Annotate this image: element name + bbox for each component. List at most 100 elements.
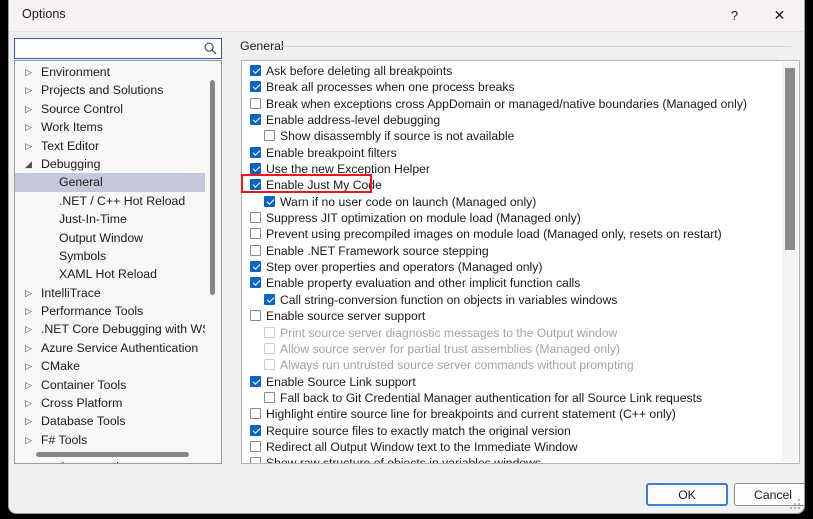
option-row[interactable]: Step over properties and operators (Mana… — [242, 259, 782, 275]
option-row[interactable]: Use the new Exception Helper — [242, 161, 782, 177]
options-category-tree[interactable]: ▷Environment▷Projects and Solutions▷Sour… — [14, 60, 222, 464]
checkbox-icon[interactable] — [250, 98, 261, 109]
checkbox-icon[interactable] — [250, 163, 261, 174]
checkbox-icon[interactable] — [250, 212, 261, 223]
checkbox-icon[interactable] — [250, 114, 261, 125]
option-row[interactable]: Prevent using precompiled images on modu… — [242, 226, 782, 242]
option-row[interactable]: Break all processes when one process bre… — [242, 79, 782, 95]
option-row[interactable]: Show disassembly if source is not availa… — [242, 128, 782, 144]
options-list-panel[interactable]: Ask before deleting all breakpointsBreak… — [241, 60, 800, 464]
checkbox-icon[interactable] — [250, 408, 261, 419]
tree-item[interactable]: ▷.NET Core Debugging with WSL — [15, 320, 205, 338]
option-row[interactable]: Break when exceptions cross AppDomain or… — [242, 96, 782, 112]
chevron-right-icon[interactable]: ▷ — [25, 394, 41, 412]
tree-item[interactable]: ▷Cross Platform — [15, 394, 205, 412]
tree-item[interactable]: ◢Debugging — [15, 155, 205, 173]
option-row[interactable]: Enable property evaluation and other imp… — [242, 275, 782, 291]
chevron-right-icon[interactable]: ▷ — [25, 63, 41, 81]
close-icon: ✕ — [774, 7, 786, 24]
tree-item[interactable]: ▷Environment — [15, 63, 205, 81]
tree-item[interactable]: ▷Performance Tools — [15, 302, 205, 320]
tree-item[interactable]: ▷Azure Service Authentication — [15, 339, 205, 357]
checkbox-icon[interactable] — [250, 425, 261, 436]
checkbox-icon[interactable] — [250, 457, 261, 464]
option-row[interactable]: Enable address-level debugging — [242, 112, 782, 128]
option-row[interactable]: Enable Source Link support — [242, 374, 782, 390]
chevron-right-icon[interactable]: ▷ — [25, 302, 41, 320]
search-input[interactable] — [19, 39, 203, 60]
checkbox-icon[interactable] — [264, 196, 275, 207]
chevron-right-icon[interactable]: ▷ — [25, 118, 41, 136]
checkbox-icon[interactable] — [250, 277, 261, 288]
chevron-right-icon[interactable]: ▷ — [25, 357, 41, 375]
tree-item[interactable]: ▷Projects and Solutions — [15, 81, 205, 99]
search-box[interactable] — [14, 38, 222, 59]
tree-horizontal-scrollbar-thumb[interactable] — [36, 452, 189, 457]
checkbox-icon[interactable] — [264, 294, 275, 305]
checkbox-icon[interactable] — [250, 310, 261, 321]
checkbox-icon[interactable] — [264, 130, 275, 141]
option-row[interactable]: Call string-conversion function on objec… — [242, 292, 782, 308]
option-row[interactable]: Warn if no user code on launch (Managed … — [242, 194, 782, 210]
tree-item[interactable]: ▷Source Control — [15, 100, 205, 118]
checkbox-icon — [264, 327, 275, 338]
chevron-right-icon[interactable]: ▷ — [25, 81, 41, 99]
checkbox-icon[interactable] — [250, 81, 261, 92]
option-row[interactable]: Fall back to Git Credential Manager auth… — [242, 390, 782, 406]
tree-item[interactable]: .NET / C++ Hot Reload — [15, 192, 205, 210]
option-row[interactable]: Enable source server support — [242, 308, 782, 324]
option-row[interactable]: Suppress JIT optimization on module load… — [242, 210, 782, 226]
checkbox-icon[interactable] — [250, 147, 261, 158]
tree-vertical-scrollbar-thumb[interactable] — [210, 80, 215, 295]
tree-item[interactable]: ▷Work Items — [15, 118, 205, 136]
tree-item[interactable]: ▷CMake — [15, 357, 205, 375]
option-row[interactable]: Print source server diagnostic messages … — [242, 325, 782, 341]
chevron-down-icon[interactable]: ◢ — [25, 155, 41, 173]
ok-button[interactable]: OK — [646, 483, 728, 506]
option-row[interactable]: Always run untrusted source server comma… — [242, 357, 782, 373]
option-row[interactable]: Enable breakpoint filters — [242, 145, 782, 161]
tree-horizontal-scrollbar[interactable] — [16, 447, 206, 462]
tree-item[interactable]: ▷Container Tools — [15, 376, 205, 394]
checkbox-icon[interactable] — [250, 228, 261, 239]
tree-item[interactable]: General — [15, 173, 205, 191]
chevron-right-icon[interactable]: ▷ — [25, 100, 41, 118]
option-row[interactable]: Require source files to exactly match th… — [242, 423, 782, 439]
checkbox-icon[interactable] — [250, 245, 261, 256]
tree-item[interactable]: XAML Hot Reload — [15, 265, 205, 283]
resize-grip[interactable] — [790, 499, 801, 510]
checkbox-icon[interactable] — [250, 65, 261, 76]
option-row[interactable]: Highlight entire source line for breakpo… — [242, 406, 782, 422]
options-vertical-scrollbar-thumb[interactable] — [785, 68, 795, 250]
options-vertical-scrollbar[interactable] — [782, 62, 798, 462]
checkbox-icon[interactable] — [250, 441, 261, 452]
close-button[interactable]: ✕ — [757, 0, 802, 31]
option-row[interactable]: Enable Just My Code — [242, 177, 782, 193]
option-row[interactable]: Enable .NET Framework source stepping — [242, 243, 782, 259]
option-row[interactable]: Ask before deleting all breakpoints — [242, 63, 782, 79]
tree-vertical-scrollbar[interactable] — [205, 62, 220, 462]
tree-item[interactable]: Symbols — [15, 247, 205, 265]
tree-item[interactable]: ▷Text Editor — [15, 137, 205, 155]
chevron-right-icon[interactable]: ▷ — [25, 137, 41, 155]
option-row[interactable]: Show raw structure of objects in variabl… — [242, 455, 782, 464]
chevron-right-icon[interactable]: ▷ — [25, 320, 41, 338]
chevron-right-icon[interactable]: ▷ — [25, 339, 41, 357]
tree-item-label: General — [59, 175, 103, 189]
tree-item-label: Output Window — [59, 231, 143, 245]
option-row[interactable]: Allow source server for partial trust as… — [242, 341, 782, 357]
chevron-right-icon[interactable]: ▷ — [25, 284, 41, 302]
help-button[interactable]: ? — [712, 0, 757, 31]
checkbox-icon[interactable] — [250, 261, 261, 272]
checkbox-icon[interactable] — [250, 179, 261, 190]
tree-item[interactable]: Just-In-Time — [15, 210, 205, 228]
chevron-right-icon[interactable]: ▷ — [25, 376, 41, 394]
search-icon[interactable] — [203, 41, 218, 56]
tree-item[interactable]: ▷Database Tools — [15, 412, 205, 430]
checkbox-icon[interactable] — [250, 376, 261, 387]
checkbox-icon[interactable] — [264, 392, 275, 403]
option-row[interactable]: Redirect all Output Window text to the I… — [242, 439, 782, 455]
chevron-right-icon[interactable]: ▷ — [25, 412, 41, 430]
tree-item[interactable]: Output Window — [15, 229, 205, 247]
tree-item[interactable]: ▷IntelliTrace — [15, 284, 205, 302]
